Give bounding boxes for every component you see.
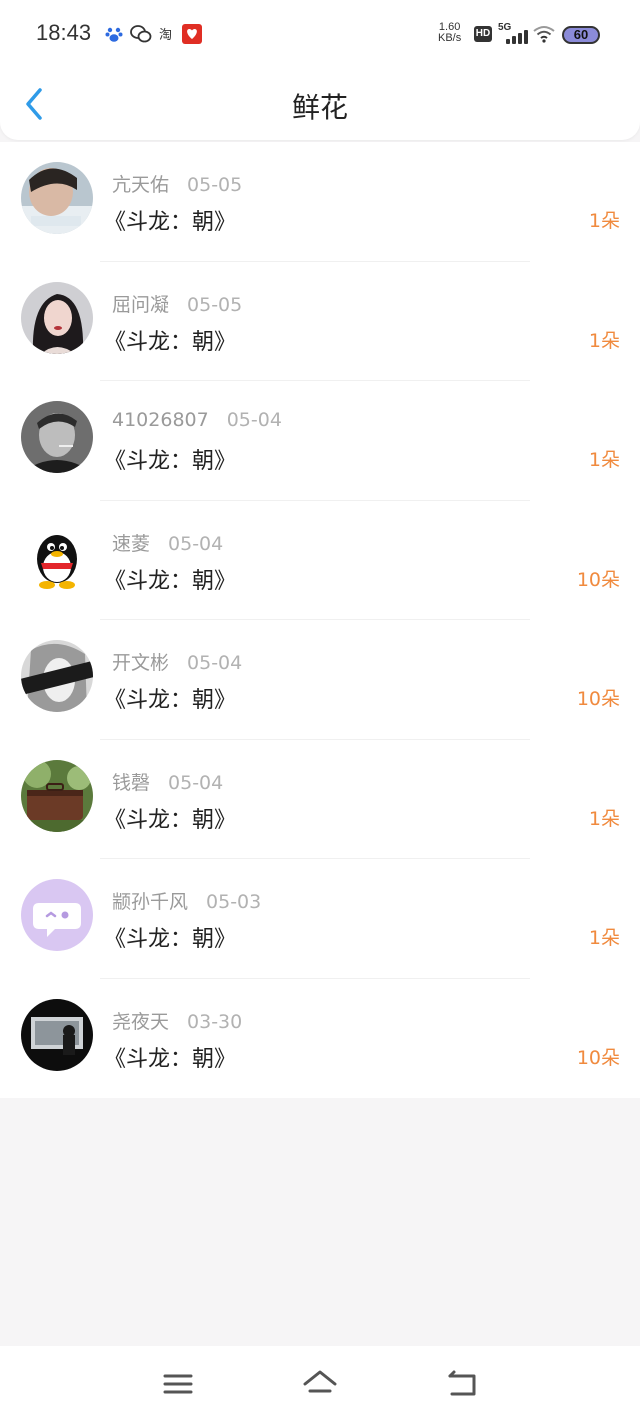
sender-name-text: 钱磬	[112, 771, 151, 794]
avatar-image	[21, 401, 93, 473]
home-icon	[303, 1370, 337, 1393]
book-title: 《斗龙：朝》	[104, 688, 237, 713]
list-item[interactable]: 41026807 05-04 《斗龙：朝》 1朵	[0, 381, 640, 501]
status-bar: 18:43 淘 1.60 KB/s HD 5G 60	[0, 0, 640, 70]
avatar-image	[21, 281, 93, 354]
book-title: 《斗龙：朝》	[104, 329, 237, 355]
flower-count: 10朵	[576, 1046, 620, 1069]
sender-name-text: 亢天佑	[112, 174, 170, 196]
list-item[interactable]: 速菱 05-04 《斗龙：朝》 10朵	[0, 501, 640, 620]
avatar-image	[21, 759, 93, 832]
sender-name: 颛孙千风 05-03	[112, 887, 261, 914]
sender-name-text: 颛孙千风	[112, 891, 189, 913]
status-time: 18:43	[36, 20, 92, 45]
gift-date: 05-04	[168, 532, 224, 555]
sender-name: 速菱 05-04	[112, 529, 223, 556]
sender-name: 尧夜天 03-30	[112, 1007, 242, 1034]
avatar-image	[21, 998, 93, 1071]
flower-count: 1朵	[588, 210, 620, 232]
signal-bars-icon	[506, 30, 528, 44]
menu-icon	[163, 1374, 193, 1394]
sender-name-text: 屈问凝	[112, 293, 170, 316]
avatar[interactable]	[21, 759, 93, 832]
back-icon	[448, 1370, 476, 1396]
sender-name-text: 开文彬	[112, 652, 170, 674]
gift-date: 05-04	[168, 771, 224, 794]
system-nav-bar	[0, 1346, 640, 1422]
list-item[interactable]: 尧夜天 03-30 《斗龙：朝》 10朵	[0, 979, 640, 1099]
menu-button[interactable]	[158, 1364, 198, 1404]
sender-name-text: 尧夜天	[112, 1010, 170, 1033]
book-title: 《斗龙：朝》	[104, 807, 237, 833]
book-title: 《斗龙：朝》	[104, 210, 237, 235]
flower-count: 10朵	[576, 568, 620, 591]
flower-count: 10朵	[576, 688, 620, 710]
flower-list: 亢天佑 05-05 《斗龙：朝》 1朵 屈问凝 05-05 《斗龙：朝》 1朵 41026807…	[0, 142, 640, 1098]
book-title: 《斗龙：朝》	[104, 1046, 237, 1072]
list-item[interactable]: 颛孙千风 05-03 《斗龙：朝》 1朵	[0, 859, 640, 979]
gift-date: 05-03	[206, 891, 262, 913]
avatar-image	[21, 520, 93, 593]
flower-count: 1朵	[588, 927, 620, 949]
svg-text:淘: 淘	[159, 28, 172, 43]
list-item[interactable]: 屈问凝 05-05 《斗龙：朝》 1朵	[0, 262, 640, 381]
avatar[interactable]	[21, 640, 93, 712]
list-item[interactable]: 亢天佑 05-05 《斗龙：朝》 1朵	[0, 142, 640, 262]
book-title: 《斗龙：朝》	[104, 927, 237, 952]
sender-name-text: 速菱	[112, 532, 151, 555]
system-back-button[interactable]	[442, 1364, 482, 1404]
avatar[interactable]	[21, 401, 93, 473]
list-item[interactable]: 钱磬 05-04 《斗龙：朝》 1朵	[0, 740, 640, 859]
taobao-icon: 淘	[159, 28, 172, 43]
avatar[interactable]	[21, 879, 93, 951]
flower-count: 1朵	[588, 449, 620, 471]
gift-date: 05-05	[187, 293, 243, 316]
network-speed-unit: KB/s	[438, 32, 462, 44]
sender-name: 亢天佑 05-05	[112, 170, 242, 197]
battery-indicator: 60	[562, 26, 600, 44]
avatar[interactable]	[21, 162, 93, 234]
app-header: 18:43 淘 1.60 KB/s HD 5G 60 鲜花	[0, 0, 640, 140]
sender-name-text: 41026807	[112, 409, 209, 431]
home-button[interactable]	[300, 1364, 340, 1404]
gift-date: 05-05	[187, 174, 243, 196]
list-item[interactable]: 开文彬 05-04 《斗龙：朝》 10朵	[0, 620, 640, 740]
network-speed: 1.60 KB/s	[438, 22, 461, 44]
sender-name: 屈问凝 05-05	[112, 290, 242, 317]
gift-date: 03-30	[187, 1010, 243, 1033]
gift-date: 05-04	[187, 652, 243, 674]
avatar[interactable]	[21, 520, 93, 593]
avatar-image	[21, 162, 93, 234]
avatar[interactable]	[21, 998, 93, 1071]
wechat-icon	[130, 25, 152, 43]
book-title: 《斗龙：朝》	[104, 449, 237, 474]
book-title: 《斗龙：朝》	[104, 568, 237, 594]
gift-date: 05-04	[226, 409, 282, 431]
page-title: 鲜花	[291, 91, 348, 124]
avatar-image	[21, 879, 93, 951]
pinduoduo-icon	[182, 24, 202, 44]
flower-count: 1朵	[588, 329, 620, 352]
avatar-image	[21, 640, 93, 712]
sender-name: 开文彬 05-04	[112, 648, 242, 675]
sender-name: 41026807 05-04	[112, 409, 282, 431]
sender-name: 钱磬 05-04	[112, 768, 223, 795]
wifi-icon	[533, 26, 555, 43]
hd-badge: HD	[474, 26, 492, 42]
avatar[interactable]	[21, 281, 93, 354]
flower-count: 1朵	[588, 807, 620, 830]
baidu-paw-icon	[105, 27, 123, 42]
